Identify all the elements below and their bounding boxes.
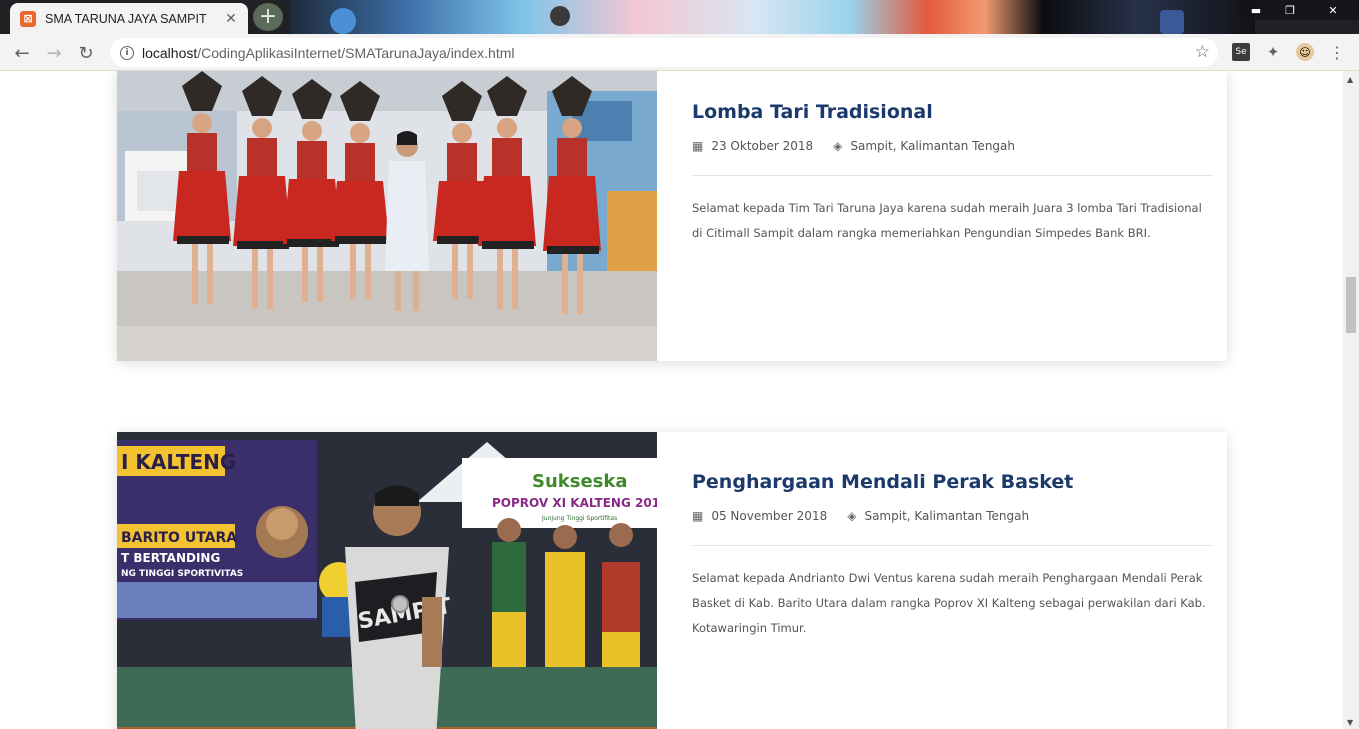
forward-arrow-icon[interactable]: → <box>40 39 68 67</box>
news-photo-dance <box>117 71 657 361</box>
xampp-favicon-icon: ⊠ <box>20 10 36 27</box>
back-arrow-icon[interactable]: ← <box>8 39 36 67</box>
scroll-down-arrow-icon[interactable]: ▼ <box>1347 718 1353 727</box>
banner-text: T BERTANDING <box>121 551 220 565</box>
tab-title: SMA TARUNA JAYA SAMPIT <box>45 11 207 26</box>
news-card: I KALTENG BARITO UTARA T BERTANDING NG T… <box>117 432 1227 729</box>
banner-text: I KALTENG <box>121 450 236 474</box>
news-description: Selamat kepada Tim Tari Taruna Jaya kare… <box>692 201 1202 240</box>
news-date: ▦ 23 Oktober 2018 <box>692 139 813 153</box>
menu-kebab-icon[interactable]: ⋮ <box>1328 43 1346 62</box>
banner-text: POPROV XI KALTENG 2018 <box>492 496 657 510</box>
news-location-text: Sampit, Kalimantan Tengah <box>850 139 1015 153</box>
selenium-extension-icon[interactable]: Se <box>1232 43 1250 61</box>
divider <box>692 545 1213 546</box>
address-bar[interactable]: i localhost/CodingAplikasiInternet/SMATa… <box>110 38 1218 67</box>
news-card: Lomba Tari Tradisional ▦ 23 Oktober 2018… <box>117 71 1227 361</box>
news-meta: ▦ 05 November 2018 ◈ Sampit, Kalimantan … <box>692 509 1213 523</box>
browser-titlebar: ⊠ SMA TARUNA JAYA SAMPIT ✕ + ▬ ❐ ✕ <box>0 0 1359 34</box>
profile-avatar-icon[interactable]: ☺ <box>1296 43 1314 61</box>
browser-tab[interactable]: ⊠ SMA TARUNA JAYA SAMPIT ✕ <box>10 3 248 34</box>
minimize-icon[interactable]: ▬ <box>1239 0 1273 20</box>
banner-text: Sukseska <box>532 471 628 492</box>
news-description: Selamat kepada Andrianto Dwi Ventus kare… <box>692 571 1206 635</box>
news-location: ◈ Sampit, Kalimantan Tengah <box>847 509 1029 523</box>
news-meta: ▦ 23 Oktober 2018 ◈ Sampit, Kalimantan T… <box>692 139 1213 153</box>
news-title[interactable]: Penghargaan Mendali Perak Basket <box>692 471 1213 493</box>
news-date: ▦ 05 November 2018 <box>692 509 827 523</box>
window-close-icon[interactable]: ✕ <box>1307 0 1359 20</box>
map-marker-icon: ◈ <box>847 509 857 523</box>
banner-text: BARITO UTARA <box>121 530 237 546</box>
page-scrollbar[interactable]: ▲ ▼ <box>1343 71 1359 729</box>
banner-text: NG TINGGI SPORTIVITAS <box>121 569 243 579</box>
bookmark-star-icon[interactable]: ☆ <box>1195 42 1210 62</box>
url-host: localhost <box>142 44 198 61</box>
news-title[interactable]: Lomba Tari Tradisional <box>692 101 1213 123</box>
map-marker-icon: ◈ <box>833 139 843 153</box>
banner-text: Junjung Tinggi Sportifitas <box>541 515 617 522</box>
divider <box>692 175 1213 176</box>
news-location-text: Sampit, Kalimantan Tengah <box>864 509 1030 523</box>
window-controls: ▬ ❐ ✕ <box>1239 0 1359 20</box>
news-photo-basketball: I KALTENG BARITO UTARA T BERTANDING NG T… <box>117 432 657 729</box>
close-icon[interactable]: ✕ <box>222 10 240 28</box>
new-tab-button[interactable]: + <box>253 3 283 31</box>
news-card-body: Penghargaan Mendali Perak Basket ▦ 05 No… <box>657 432 1227 729</box>
url-text: localhost/CodingAplikasiInternet/SMATaru… <box>142 45 515 61</box>
scroll-up-arrow-icon[interactable]: ▲ <box>1347 75 1353 84</box>
news-card-body: Lomba Tari Tradisional ▦ 23 Oktober 2018… <box>657 71 1227 361</box>
news-location: ◈ Sampit, Kalimantan Tengah <box>833 139 1015 153</box>
extensions-puzzle-icon[interactable]: ✦ <box>1264 43 1282 61</box>
calendar-icon: ▦ <box>692 509 704 523</box>
desktop-wallpaper <box>290 0 1255 34</box>
reload-icon[interactable]: ↻ <box>72 39 100 67</box>
news-date-text: 05 November 2018 <box>711 509 828 523</box>
info-icon[interactable]: i <box>120 45 134 60</box>
url-path: /CodingAplikasiInternet/SMATarunaJaya/in… <box>197 44 515 61</box>
restore-icon[interactable]: ❐ <box>1273 0 1307 20</box>
scroll-thumb[interactable] <box>1346 277 1356 333</box>
news-date-text: 23 Oktober 2018 <box>711 139 814 153</box>
calendar-icon: ▦ <box>692 139 704 153</box>
browser-toolbar: ← → ↻ i localhost/CodingAplikasiInternet… <box>0 34 1359 71</box>
page-viewport: Lomba Tari Tradisional ▦ 23 Oktober 2018… <box>0 71 1343 729</box>
